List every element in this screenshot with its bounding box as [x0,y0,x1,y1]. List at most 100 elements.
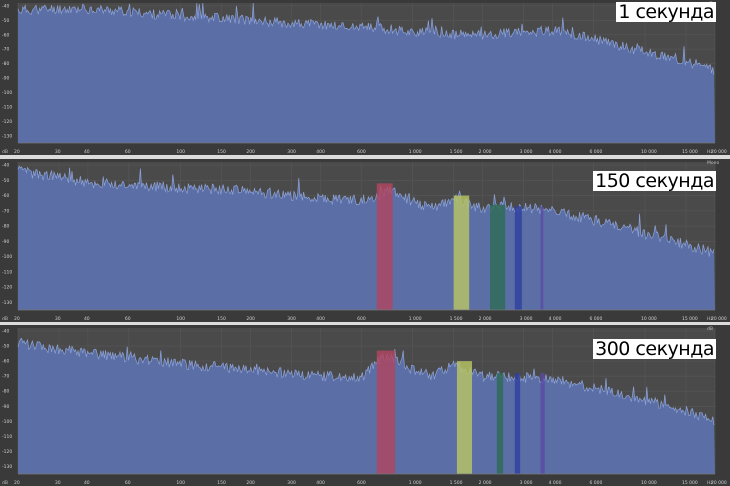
x-tick-label: 20 [14,316,20,322]
x-tick-label: 15 000 [682,316,698,322]
x-tick-label: 20 000 [711,149,727,155]
chart-title-150s: 150 секунда [593,170,716,192]
y-tick-label: -110 [2,104,12,110]
y-tick-label: -100 [2,419,12,425]
x-tick-label: 1 000 [409,316,422,322]
x-tick-label: 150 [217,480,226,486]
x-tick-label: 20 000 [711,316,727,322]
x-tick-label: 300 [287,149,296,155]
y-tick-label: -80 [2,389,9,395]
y-tick-label: -100 [2,254,12,260]
x-tick-label: 60 [125,149,131,155]
x-tick-label: 4 000 [549,316,562,322]
x-tick-label: 40 [84,149,90,155]
x-tick-label: 400 [316,480,325,486]
x-tick-label: 150 [217,316,226,322]
x-tick-label: 300 [287,316,296,322]
x-tick-label: 40 [84,480,90,486]
x-tick-label: 1 500 [450,480,463,486]
x-tick-label: 300 [287,480,296,486]
y-tick-label: -40 [2,163,9,169]
chart-title-300s: 300 секунда [593,338,716,360]
y-tick-label: -60 [2,193,9,199]
y-tick-label: -60 [2,32,9,38]
y-tick-label: -70 [2,47,9,53]
x-tick-label: 3 000 [520,149,533,155]
x-tick-label: 2 000 [479,149,492,155]
x-tick-label: 200 [246,316,255,322]
y-tick-label: -120 [2,285,12,291]
spectrum-panel-300s: -40 -50 -60 -70 -80 -90 -100 -110 -120 -130 20 30 40… [0,325,730,486]
y-tick-label: -50 [2,18,9,24]
spectrum-stack: -40 -50 -60 -70 -80 -90 -100 -110 -120 -130 20 30 40… [0,0,730,486]
x-tick-label: 6 000 [590,480,603,486]
chart-title-1s: 1 секунда [616,1,716,23]
y-tick-label: -80 [2,61,9,67]
y-tick-label: -90 [2,76,9,82]
corner-label-bottom: dB [2,480,8,486]
x-tick-label: 60 [125,480,131,486]
frequency-band [453,195,470,310]
y-tick-label: -50 [2,178,9,184]
x-unit-label: Hz [707,149,713,155]
y-tick-label: -80 [2,224,9,230]
x-tick-label: 400 [316,316,325,322]
x-tick-label: 30 [55,149,61,155]
frequency-band [456,361,473,474]
x-tick-label: 100 [176,149,185,155]
y-tick-label: -70 [2,208,9,214]
x-tick-label: 1 000 [409,480,422,486]
x-tick-label: 4 000 [549,480,562,486]
x-unit-label: Hz [707,316,713,322]
y-tick-label: -40 [2,3,9,9]
frequency-band [540,373,545,474]
x-tick-label: 10 000 [641,149,657,155]
x-tick-label: 6 000 [590,149,603,155]
x-tick-label: 30 [55,316,61,322]
x-tick-label: 20 [14,149,20,155]
frequency-band [489,204,506,310]
corner-label-bottom: dB [2,149,8,155]
y-tick-label: -110 [2,434,12,440]
x-tick-label: 15 000 [682,480,698,486]
x-tick-label: 400 [316,149,325,155]
corner-label-top: Mono [707,160,719,166]
y-tick-label: -70 [2,374,9,380]
y-tick-label: -120 [2,449,12,455]
frequency-band [514,206,522,310]
x-tick-label: 2 000 [479,480,492,486]
x-tick-label: 100 [176,316,185,322]
y-tick-label: -50 [2,344,9,350]
x-tick-label: 4 000 [549,149,562,155]
frequency-band [540,206,544,310]
x-tick-label: 600 [357,316,366,322]
frequency-band [376,350,396,474]
x-unit-label: Hz [707,480,713,486]
x-tick-label: 3 000 [520,316,533,322]
y-tick-label: -100 [2,90,12,96]
x-tick-label: 150 [217,149,226,155]
y-tick-label: -110 [2,269,12,275]
x-tick-label: 20 000 [711,480,727,486]
spectrum-chart-1s: -40 -50 -60 -70 -80 -90 -100 -110 -120 -130 20 30 40… [2,1,727,155]
x-tick-label: 200 [246,149,255,155]
y-tick-label: -130 [2,300,12,306]
x-tick-label: 600 [357,480,366,486]
x-tick-label: 60 [125,316,131,322]
y-tick-label: -90 [2,239,9,245]
x-tick-label: 1 500 [450,149,463,155]
x-tick-label: 3 000 [520,480,533,486]
x-tick-label: 10 000 [641,316,657,322]
frequency-band [376,183,393,310]
x-tick-label: 1 500 [450,316,463,322]
spectrum-panel-1s: -40 -50 -60 -70 -80 -90 -100 -110 -120 -130 20 30 40… [0,0,730,155]
y-tick-label: -60 [2,359,9,365]
corner-label-bottom: dB [2,316,8,322]
x-tick-label: 30 [55,480,61,486]
y-tick-label: -130 [2,133,12,139]
x-tick-label: 200 [246,480,255,486]
y-tick-label: -120 [2,119,12,125]
frequency-band [496,373,504,474]
x-tick-label: 2 000 [479,316,492,322]
x-tick-label: 20 [14,480,20,486]
